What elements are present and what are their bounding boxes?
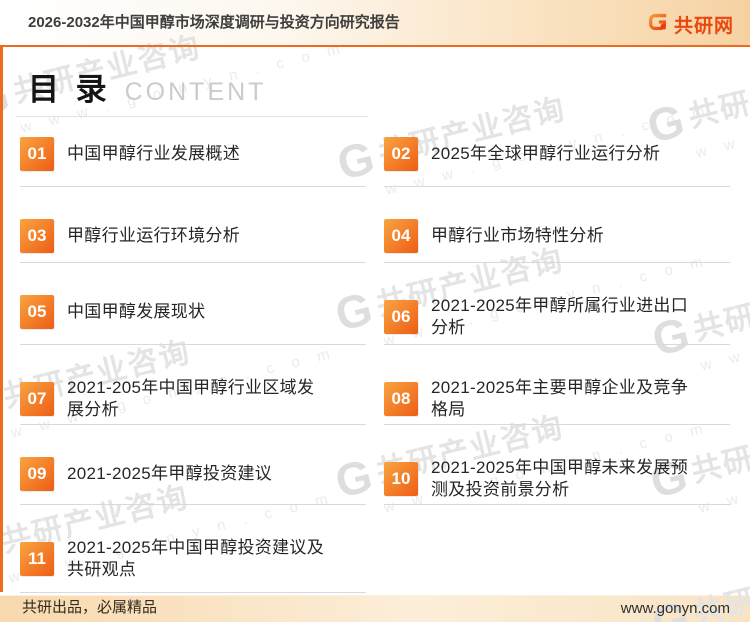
page-footer: 共研出品，必属精品 www.gonyn.com: [0, 595, 750, 622]
item-number-badge: 04: [384, 219, 418, 253]
report-toc-page: G共研产业咨询 w w w . g o n y n . c o m G共研产业咨询…: [0, 0, 750, 622]
item-label: 中国甲醇发展现状: [67, 302, 206, 321]
toc-item-03[interactable]: 03 甲醇行业运行环境分析: [20, 211, 366, 287]
left-accent-bar: [0, 47, 3, 592]
toc-item-10[interactable]: 10 2021-2025年中国甲醇未来发展预 测及投资前景分析: [384, 449, 730, 529]
header-divider: [0, 45, 750, 47]
toc-item-05[interactable]: 05 中国甲醇发展现状: [20, 287, 366, 369]
toc-item-06[interactable]: 06 2021-2025年甲醇所属行业进出口 分析: [384, 287, 730, 369]
toc-heading-divider: [16, 116, 368, 117]
toc-item-02[interactable]: 02 2025年全球甲醇行业运行分析: [384, 129, 730, 211]
item-number-badge: 02: [384, 137, 418, 171]
item-label: 2025年全球甲醇行业运行分析: [431, 144, 661, 163]
item-number-badge: 11: [20, 542, 54, 576]
item-number-badge: 06: [384, 300, 418, 334]
item-divider: [384, 186, 730, 187]
item-number-badge: 09: [20, 457, 54, 491]
page-header: 2026-2032年中国甲醇市场深度调研与投资方向研究报告 共研网: [0, 0, 750, 45]
item-label: 2021-2025年中国甲醇未来发展预 测及投资前景分析: [431, 458, 688, 499]
toc-grid: 01 中国甲醇行业发展概述 02 2025年全球甲醇行业运行分析 03 甲醇行业运行环…: [20, 129, 730, 617]
item-divider: [20, 262, 366, 263]
item-number-badge: 01: [20, 137, 54, 171]
item-label: 甲醇行业市场特性分析: [431, 226, 604, 245]
item-divider: [384, 424, 730, 425]
item-label: 2021-205年中国甲醇行业区域发 展分析: [67, 378, 315, 419]
g-logo-icon: [647, 11, 669, 38]
item-divider: [384, 262, 730, 263]
item-label: 2021-2025年甲醇投资建议: [67, 464, 273, 483]
item-label: 2021-2025年主要甲醇企业及竞争 格局: [431, 378, 688, 419]
toc-item-01[interactable]: 01 中国甲醇行业发展概述: [20, 129, 366, 211]
item-number-badge: 08: [384, 382, 418, 416]
item-number-badge: 07: [20, 382, 54, 416]
footer-slogan: 共研出品，必属精品: [22, 599, 158, 616]
item-number-badge: 10: [384, 462, 418, 496]
item-divider: [384, 344, 730, 345]
item-label: 2021-2025年甲醇所属行业进出口 分析: [431, 296, 688, 337]
toc-item-08[interactable]: 08 2021-2025年主要甲醇企业及竞争 格局: [384, 369, 730, 449]
footer-website-link[interactable]: www.gonyn.com: [621, 600, 730, 617]
item-label: 甲醇行业运行环境分析: [67, 226, 240, 245]
toc-item-04[interactable]: 04 甲醇行业市场特性分析: [384, 211, 730, 287]
toc-title-en: CONTENT: [124, 78, 267, 106]
report-title: 2026-2032年中国甲醇市场深度调研与投资方向研究报告: [28, 14, 400, 31]
brand-name: 共研网: [673, 16, 734, 37]
item-divider: [384, 504, 730, 505]
toc-heading: 目 录 CONTENT: [28, 64, 750, 109]
item-divider: [20, 344, 366, 345]
toc-title-zh: 目 录: [28, 72, 111, 107]
item-number-badge: 05: [20, 295, 54, 329]
toc-item-07[interactable]: 07 2021-205年中国甲醇行业区域发 展分析: [20, 369, 366, 449]
item-divider: [20, 592, 366, 593]
item-divider: [20, 504, 366, 505]
item-label: 2021-2025年中国甲醇投资建议及 共研观点: [67, 538, 324, 579]
item-number-badge: 03: [20, 219, 54, 253]
brand-logo[interactable]: 共研网: [647, 11, 734, 38]
item-divider: [20, 186, 366, 187]
toc-item-09[interactable]: 09 2021-2025年甲醇投资建议: [20, 449, 366, 529]
item-label: 中国甲醇行业发展概述: [67, 144, 240, 163]
item-divider: [20, 424, 366, 425]
